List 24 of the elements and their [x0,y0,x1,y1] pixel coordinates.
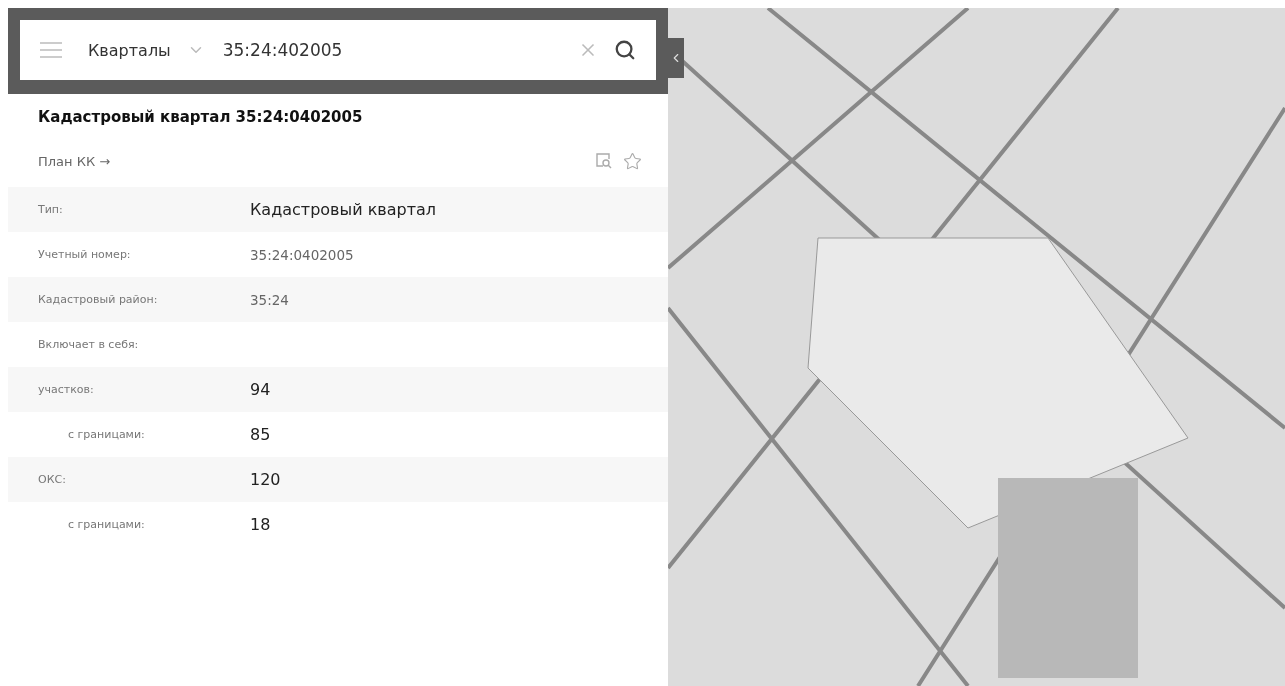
field-label: ОКС: [37,473,67,486]
collapse-button[interactable] [668,38,684,78]
parcel-title: Кадастровый квартал 35:24:0402005 [37,107,364,126]
field-value: 94 [250,380,271,399]
field-label: с границами: [67,518,146,531]
field-label: Кадастровый район: [37,293,159,306]
category-select[interactable]: Кварталы [88,40,171,60]
map-drawing[interactable] [668,8,1285,686]
field-label: Учетный номер: [37,248,132,261]
star-icon[interactable] [623,152,642,171]
field-value: 35:24 [250,291,289,308]
field-label: Тип: [37,203,64,216]
plan-link[interactable]: План КК → [38,154,111,169]
field-value: 120 [250,470,281,489]
field-value: 35:24:0402005 [250,246,354,263]
field-label: с границами: [67,428,146,441]
field-value: 18 [250,515,271,534]
menu-icon[interactable] [40,42,62,58]
field-label: Включает в себя: [37,338,140,351]
field-value: Кадастровый квартал [250,200,437,219]
search-icon[interactable] [614,39,636,61]
field-value: 85 [250,425,271,444]
preview-icon[interactable] [595,152,613,170]
field-label: участков: [37,383,95,396]
